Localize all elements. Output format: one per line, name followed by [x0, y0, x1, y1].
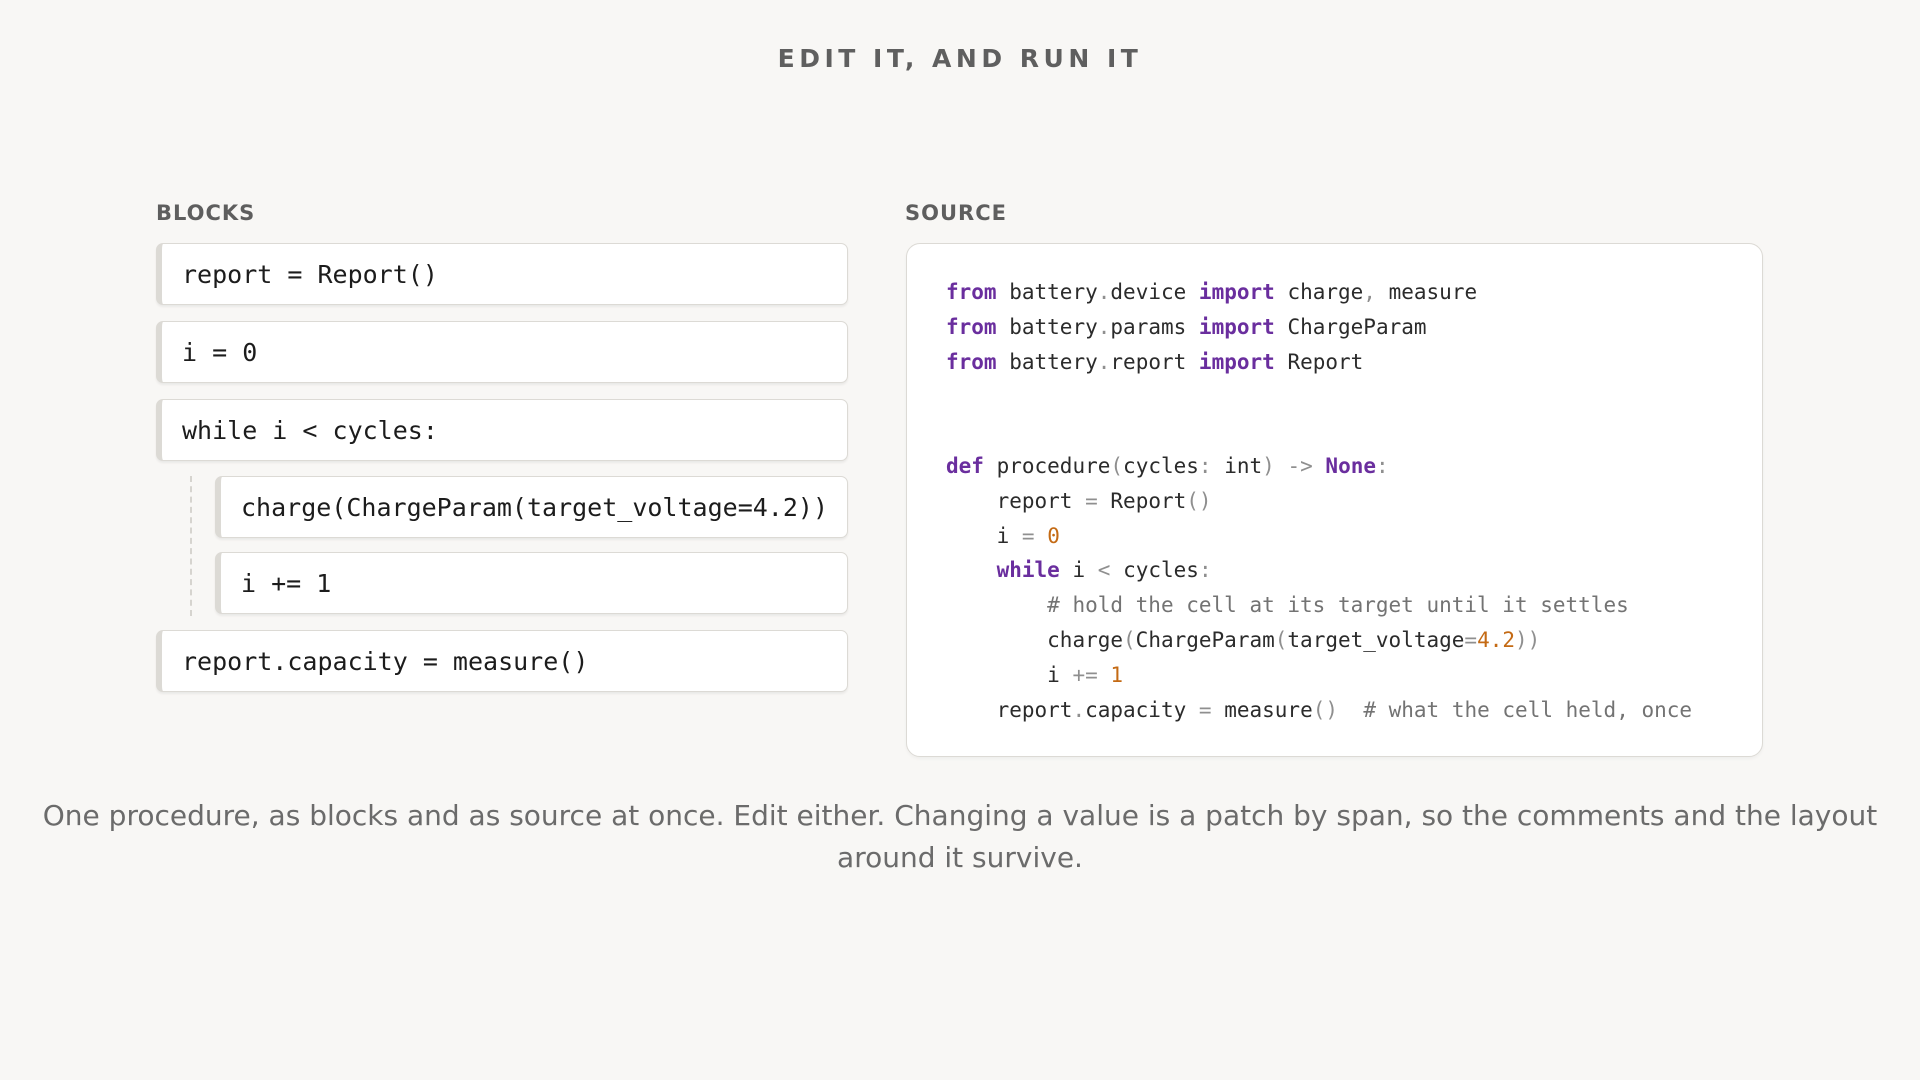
caption: One procedure, as blocks and as source a… — [42, 799, 1878, 874]
blocks-label: BLOCKS — [156, 201, 256, 225]
source-editor[interactable]: from battery.device import charge, measu… — [906, 243, 1763, 757]
source-line[interactable]: i = 0 — [946, 524, 1060, 548]
source-line[interactable]: while i < cycles: — [946, 558, 1212, 582]
block-i-increment[interactable]: i += 1 — [215, 552, 848, 614]
source-label: SOURCE — [905, 201, 1007, 225]
source-line[interactable]: from battery.params import ChargeParam — [946, 315, 1427, 339]
source-line[interactable]: from battery.device import charge, measu… — [946, 280, 1477, 304]
source-line[interactable]: report.capacity = measure() # what the c… — [946, 698, 1693, 722]
source-code[interactable]: from battery.device import charge, measu… — [946, 275, 1692, 727]
nest-guide — [190, 476, 192, 616]
source-line[interactable]: from battery.report import Report — [946, 350, 1363, 374]
block-report-init[interactable]: report = Report() — [156, 243, 848, 305]
page-title: EDIT IT, AND RUN IT — [777, 44, 1143, 73]
source-line[interactable]: i += 1 — [946, 663, 1123, 687]
block-charge-call[interactable]: charge(ChargeParam(target_voltage=4.2)) — [215, 476, 848, 538]
source-line[interactable]: def procedure(cycles: int) -> None: — [946, 454, 1389, 478]
block-i-init[interactable]: i = 0 — [156, 321, 848, 383]
source-line[interactable]: # hold the cell at its target until it s… — [946, 593, 1629, 617]
source-line[interactable]: charge(ChargeParam(target_voltage=4.2)) — [946, 628, 1540, 652]
page: EDIT IT, AND RUN IT BLOCKS SOURCE report… — [0, 0, 1920, 1080]
source-line[interactable]: report = Report() — [946, 489, 1212, 513]
block-report-capacity[interactable]: report.capacity = measure() — [156, 630, 848, 692]
block-while-loop[interactable]: while i < cycles: — [156, 399, 848, 461]
